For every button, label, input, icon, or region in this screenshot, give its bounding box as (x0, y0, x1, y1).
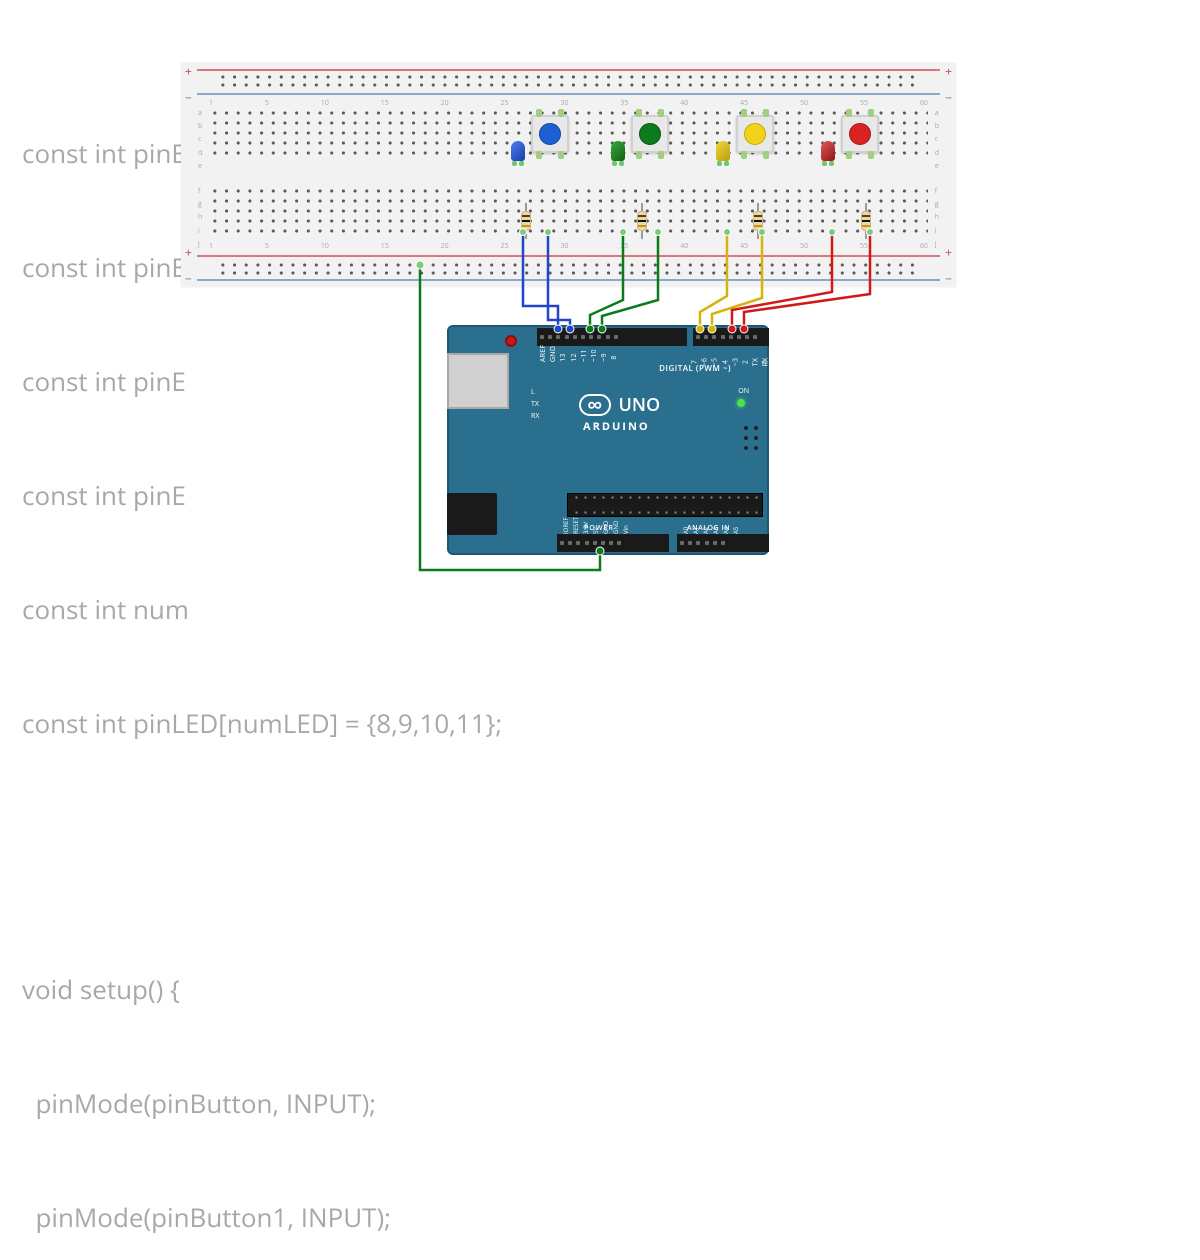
led-red[interactable] (821, 141, 835, 161)
led-green[interactable] (611, 141, 625, 161)
column-numbers-top: 151015202530354045505560 (209, 99, 928, 108)
button-green[interactable] (631, 115, 669, 153)
hole-strip (209, 111, 928, 115)
rail-minus-icon: − (185, 89, 192, 106)
hole-strip (217, 75, 920, 79)
resistor[interactable] (637, 203, 647, 239)
hole-strip (217, 83, 920, 87)
row-letters-left-bot: fghij (198, 187, 202, 233)
hole-strip (209, 199, 928, 203)
on-led-icon (737, 399, 745, 407)
code-line: pinMode(pinButton1, INPUT); (22, 1198, 502, 1236)
rail-plus-icon: + (185, 63, 192, 80)
code-line: pinMode(pinButton, INPUT); (22, 1084, 502, 1122)
row-letters-right-bot: fghij (935, 187, 939, 233)
resistor[interactable] (753, 203, 763, 239)
arduino-logo: ∞ UNO (579, 393, 660, 417)
hole-strip (209, 209, 928, 213)
hole-strip (209, 219, 928, 223)
atmega-chip (567, 493, 763, 517)
reset-button[interactable] (505, 335, 517, 347)
column-numbers-bot: 151015202530354045505560 (209, 242, 928, 251)
arduino-brand: ARDUINO (583, 419, 650, 434)
code-line: void setup() { (22, 970, 502, 1008)
led-blue[interactable] (511, 141, 525, 161)
rail-minus-icon: − (185, 270, 192, 287)
analog-header (677, 534, 769, 552)
row-letters-left-top: abcde (198, 109, 202, 155)
code-line: const int pinLED[numLED] = {8,9,10,11}; (22, 704, 502, 742)
rail-minus-icon: − (945, 270, 952, 287)
resistor[interactable] (861, 203, 871, 239)
digital-header-right (693, 328, 769, 346)
code-line: const int pinE (22, 362, 502, 400)
infinity-icon: ∞ (579, 394, 611, 416)
icsp-header (741, 423, 761, 453)
power-rail-bot-neg (197, 279, 940, 281)
digital-section-label: DIGITAL (PWM ~) (659, 363, 731, 374)
arduino-uno-board[interactable]: AREFGND1312~11~10~98 7~6~54~32TX 1RX 0 D… (447, 325, 769, 555)
button-yellow[interactable] (736, 115, 774, 153)
power-rail-bot-pos (197, 255, 940, 257)
usb-port (447, 353, 509, 409)
power-pin-labels: IOREFRESET3.3V5VGNDGNDVin (561, 525, 631, 533)
rail-plus-icon: + (945, 63, 952, 80)
analog-pin-labels: A0A1A2A3A4A5 (681, 525, 741, 533)
on-label: ON (738, 387, 749, 396)
rail-plus-icon: + (945, 244, 952, 261)
hole-strip (217, 271, 920, 275)
button-red[interactable] (841, 115, 879, 153)
power-rail-top-neg (197, 93, 940, 95)
led-labels: L TX RX (531, 387, 539, 423)
breadboard[interactable]: + + − − + + − − 151015202530354045505560… (181, 63, 956, 287)
button-blue[interactable] (531, 115, 569, 153)
rail-plus-icon: + (185, 244, 192, 261)
led-yellow[interactable] (716, 141, 730, 161)
code-line: const int pinE (22, 476, 502, 514)
hole-strip (209, 229, 928, 233)
power-rail-top-pos (197, 69, 940, 71)
digital-pin-labels: AREFGND1312~11~10~98 (539, 347, 620, 356)
code-line: const int num (22, 590, 502, 628)
resistor[interactable] (521, 203, 531, 239)
digital-header-left (537, 328, 687, 346)
hole-strip (209, 189, 928, 193)
hole-strip (217, 263, 920, 267)
row-letters-right-top: abcde (935, 109, 939, 155)
rail-minus-icon: − (945, 89, 952, 106)
power-jack (447, 493, 497, 535)
power-header (557, 534, 669, 552)
